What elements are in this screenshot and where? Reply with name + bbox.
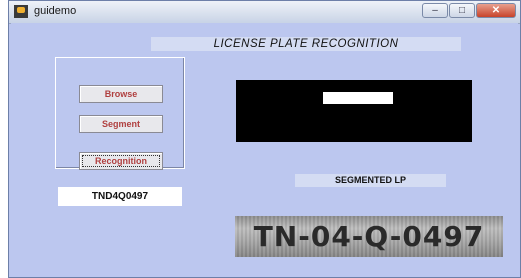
recognized-plate-text: TND4Q0497 [58, 187, 182, 206]
window-title: guidemo [34, 5, 77, 17]
segmented-plate-axes [236, 80, 472, 142]
button-panel: Browse Segment Recognition [55, 57, 185, 170]
segmented-plate-region [323, 92, 393, 104]
matlab-app-icon [14, 5, 28, 18]
segment-button[interactable]: Segment [79, 115, 163, 133]
license-plate-image: TN-04-Q-0497 [235, 216, 503, 257]
segmented-lp-label: SEGMENTED LP [295, 174, 446, 187]
close-button[interactable]: ✕ [476, 3, 516, 18]
page-title: LICENSE PLATE RECOGNITION [151, 37, 461, 51]
window-controls: – □ ✕ [422, 3, 516, 18]
app-window: guidemo – □ ✕ LICENSE PLATE RECOGNITION … [8, 0, 521, 278]
maximize-button[interactable]: □ [449, 3, 475, 18]
browse-button[interactable]: Browse [79, 85, 163, 103]
license-plate-image-text: TN-04-Q-0497 [253, 220, 485, 253]
recognition-button[interactable]: Recognition [79, 152, 163, 170]
figure-area: LICENSE PLATE RECOGNITION Browse Segment… [11, 23, 518, 275]
title-bar[interactable]: guidemo – □ ✕ [9, 1, 520, 24]
minimize-button[interactable]: – [422, 3, 448, 18]
